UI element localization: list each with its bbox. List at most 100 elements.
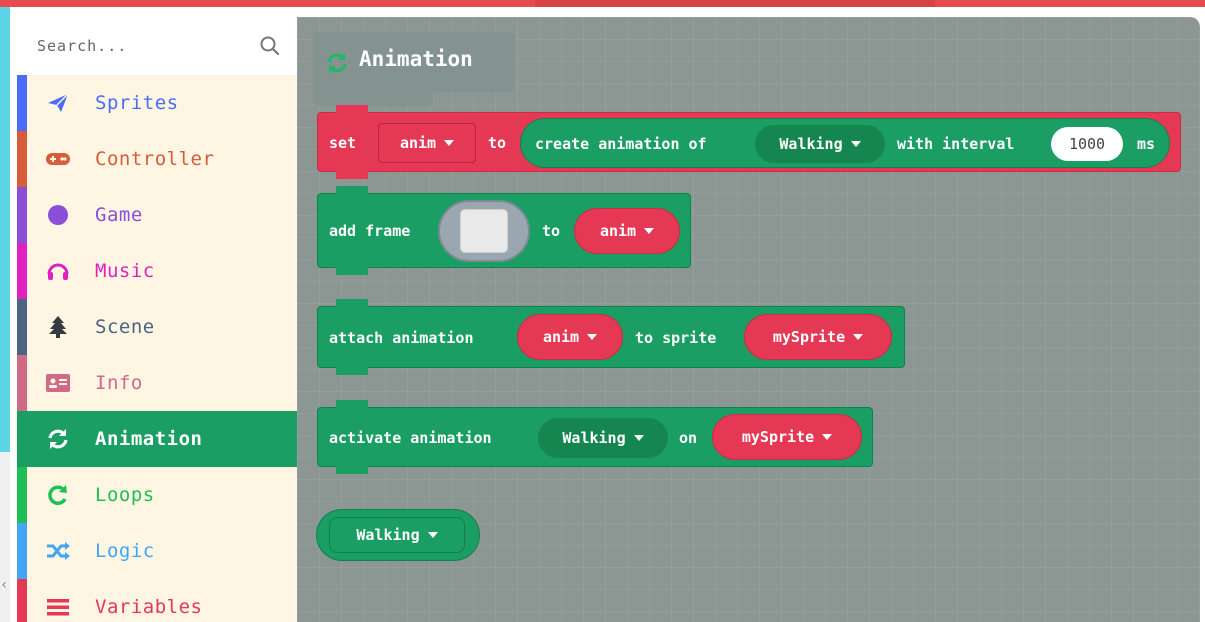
category-label: Animation [95,428,203,450]
action-dropdown[interactable]: Walking [755,125,885,163]
action-value: Walking [562,429,626,447]
to-sprite-keyword: to sprite [635,329,717,347]
paper-plane-icon [45,91,71,115]
category-label: Variables [95,596,203,618]
tree-icon [45,315,71,339]
category-color-bar [17,523,27,579]
category-label: Game [95,204,143,226]
variable-dropdown[interactable]: anim [378,123,476,163]
block-notch [336,466,368,474]
activate-animation-block[interactable]: activate animation Walking on mySprite [317,400,873,474]
variable-dropdown[interactable]: anim [517,314,623,360]
create-animation-label: create animation of [535,135,707,153]
simulator-edge-accent [0,7,10,452]
block-notch [336,171,368,179]
refresh-icon [327,53,347,73]
action-reporter-block[interactable]: Walking [316,509,480,561]
toolbox-category-info[interactable]: Info [17,355,297,411]
loop-arrow-icon [45,483,71,507]
category-color-bar [17,243,27,299]
collapse-handle-icon[interactable]: ‹ [0,577,8,597]
image-picker[interactable] [438,200,530,262]
category-label: Info [95,372,143,394]
category-label: Sprites [95,92,179,114]
flyout-heading-tab [313,92,433,106]
block-notch [336,267,368,275]
category-color-bar [17,75,27,131]
add-frame-block[interactable]: add frame to anim [317,186,691,275]
to-keyword: to [488,134,507,152]
variable-name: anim [599,222,637,240]
interval-label: with interval [897,135,1015,153]
block-notch [336,186,368,194]
set-keyword: set [329,134,357,152]
chevron-down-icon [633,435,644,441]
category-color-bar [17,187,27,243]
category-color-bar [17,579,27,622]
category-label: Controller [95,148,215,170]
category-color-bar [17,131,27,187]
to-keyword: to [542,222,561,240]
chevron-down-icon [644,228,655,234]
toolbox-category-animation[interactable]: Animation [17,411,297,467]
sprite-dropdown[interactable]: mySprite [712,414,862,460]
search-box [17,17,297,75]
variable-name: anim [542,328,580,346]
toolbox-category-sprites[interactable]: Sprites [17,75,297,131]
activate-animation-label: activate animation [329,429,492,447]
block-notch [336,299,368,307]
circle-icon [45,203,71,227]
category-label: Loops [95,484,155,506]
list-icon [45,595,71,619]
simulator-edge: ‹ [0,7,10,622]
add-frame-label: add frame [329,222,411,240]
sprite-name: mySprite [741,428,815,446]
chevron-down-icon [587,334,598,340]
headphones-icon [45,259,71,283]
interval-input[interactable]: 1000 [1051,127,1123,161]
category-color-bar [17,355,27,411]
category-color-bar [17,299,27,355]
chevron-down-icon [850,141,861,147]
attach-animation-label: attach animation [329,329,474,347]
chevron-down-icon [822,434,833,440]
toolbox-category-controller[interactable]: Controller [17,131,297,187]
gamepad-icon [45,147,71,171]
toolbox-category-logic[interactable]: Logic [17,523,297,579]
chevron-down-icon [444,140,455,146]
action-value: Walking [779,135,843,153]
interval-value: 1000 [1068,135,1106,153]
category-label: Logic [95,540,155,562]
id-card-icon [45,371,71,395]
category-label: Music [95,260,155,282]
set-animation-block[interactable]: set anim to create animation of Walking … [317,105,1181,179]
create-animation-reporter[interactable]: create animation of Walking with interva… [520,118,1170,168]
toolbox-category-variables[interactable]: Variables [17,579,297,622]
toolbox-category-music[interactable]: Music [17,243,297,299]
toolbox-category-loops[interactable]: Loops [17,467,297,523]
variable-dropdown[interactable]: anim [574,208,680,254]
toolbox: Sprites Controller Game Music Scene [17,17,297,622]
search-icon[interactable] [259,35,281,57]
flyout-title: Animation [359,47,473,71]
search-input[interactable] [37,34,257,58]
toolbox-category-game[interactable]: Game [17,187,297,243]
refresh-icon [45,427,71,451]
on-keyword: on [679,429,698,447]
chevron-down-icon [427,532,438,538]
toolbox-category-scene[interactable]: Scene [17,299,297,355]
unit-label: ms [1137,135,1156,153]
block-notch [336,367,368,375]
category-color-bar [17,411,27,467]
action-dropdown[interactable]: Walking [538,418,668,458]
category-label: Scene [95,316,155,338]
image-thumbnail [460,209,508,253]
chevron-down-icon [853,334,864,340]
flyout-heading: Animation [313,32,515,92]
action-dropdown[interactable]: Walking [329,517,465,553]
top-bar [0,0,1205,7]
block-notch [336,400,368,408]
attach-animation-block[interactable]: attach animation anim to sprite mySprite [317,299,905,375]
workspace-right-edge [1200,17,1205,622]
sprite-dropdown[interactable]: mySprite [744,314,892,360]
